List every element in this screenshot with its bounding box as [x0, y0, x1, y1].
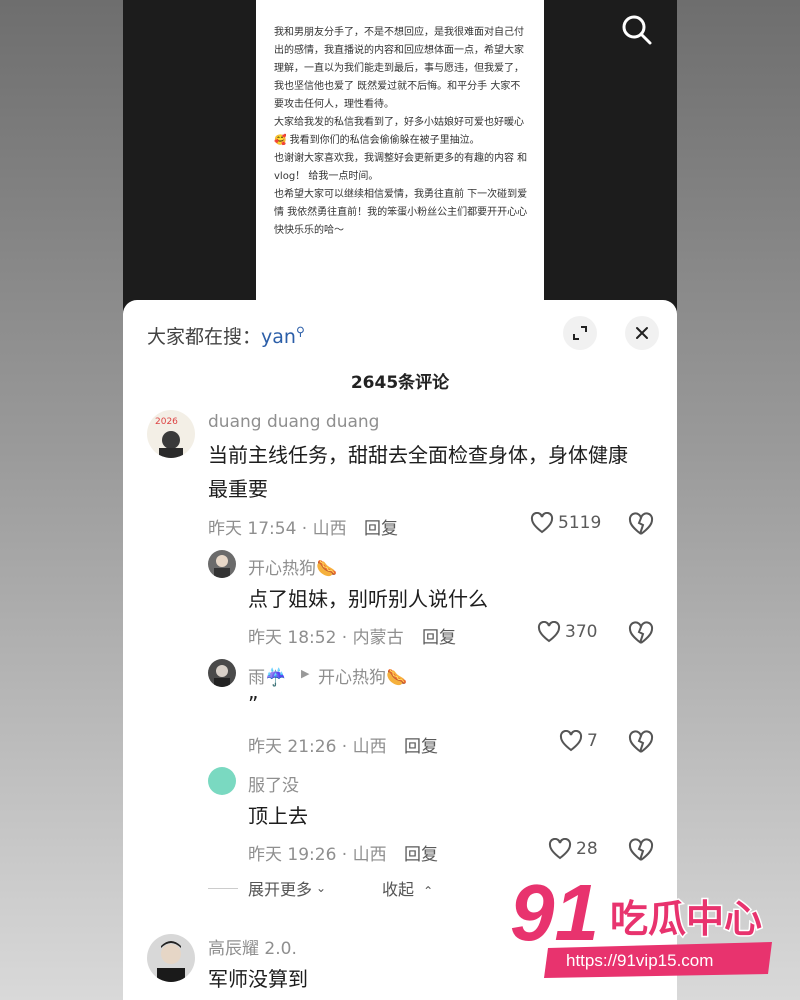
like-button[interactable]: 7: [559, 730, 598, 752]
comment-text: ”: [248, 692, 259, 716]
svg-text:吃瓜中心: 吃瓜中心: [610, 897, 762, 941]
svg-text:91: 91: [510, 870, 599, 957]
expand-more-button[interactable]: 展开更多 ⌄: [208, 876, 326, 900]
trending-search-keyword[interactable]: yan: [261, 326, 296, 348]
comment-meta: 昨天 17:54 · 山西: [208, 519, 347, 539]
divider: [208, 887, 238, 889]
avatar[interactable]: [208, 550, 236, 578]
reply-button[interactable]: 回复: [422, 623, 456, 648]
comment-text-line-1: 当前主线任务，甜甜去全面检查身体，身体健康: [208, 443, 628, 467]
chevron-down-icon: ⌄: [316, 881, 327, 895]
comment-text-line-2: 最重要: [208, 477, 268, 501]
heart-icon: [548, 838, 572, 860]
watermark: 91 吃瓜中心 https://91vip15.com: [509, 867, 780, 980]
dislike-button[interactable]: [628, 621, 654, 647]
like-button[interactable]: 370: [537, 621, 597, 643]
phone-screen: 我和男朋友分手了，不是不想回应，是我很难面对自己付出的感情，我直播说的内容和回应…: [123, 0, 677, 1000]
avatar[interactable]: [208, 767, 236, 795]
broken-heart-icon: [628, 512, 654, 535]
heart-icon: [530, 512, 554, 534]
chevron-up-icon: ⌃: [423, 884, 434, 898]
dislike-button[interactable]: [628, 730, 654, 756]
watermark-url: https://91vip15.com: [566, 951, 713, 970]
comment-author[interactable]: duang duang duang: [208, 412, 379, 432]
like-count: 28: [576, 839, 598, 859]
close-icon: [636, 327, 648, 339]
reply-button[interactable]: 回复: [404, 732, 438, 757]
comment-count: 2645条评论: [350, 373, 450, 393]
comment-meta: 昨天 19:26 · 山西: [248, 845, 387, 865]
dislike-button[interactable]: [628, 838, 654, 864]
expand-more-label: 展开更多: [248, 880, 313, 899]
reply-button[interactable]: 回复: [404, 840, 438, 865]
search-small-icon: ⚲: [295, 324, 305, 339]
search-icon[interactable]: [619, 12, 655, 48]
broken-heart-icon: [628, 838, 654, 861]
like-button[interactable]: 5119: [530, 512, 601, 534]
like-count: 7: [587, 731, 598, 751]
note-paragraph-2: 大家给我发的私信我看到了，好多小姑娘好可爱也好暖心 🥰 我看到你们的私信会偷偷躲…: [274, 117, 528, 146]
fullscreen-button[interactable]: [563, 316, 597, 350]
comment-author[interactable]: 开心热狗🌭: [248, 554, 337, 579]
dislike-button[interactable]: [628, 512, 654, 538]
heart-icon: [537, 621, 561, 643]
comment-meta: 昨天 21:26 · 山西: [248, 737, 387, 757]
reply-arrow-icon: ▶: [301, 667, 310, 680]
like-count: 5119: [558, 513, 602, 533]
avatar[interactable]: 2026: [147, 410, 195, 458]
comment-author[interactable]: 服了没: [248, 771, 299, 796]
comment-meta: 昨天 18:52 · 内蒙古: [248, 628, 404, 648]
reply-button[interactable]: 回复: [364, 514, 398, 539]
avatar[interactable]: [147, 934, 195, 982]
comment-author[interactable]: 雨☔️: [248, 663, 286, 688]
trending-search-prefix: 大家都在搜：: [147, 326, 262, 348]
note-paragraph-4: 也希望大家可以继续相信爱情，我勇往直前 下一次碰到爱情 我依然勇往直前！我的笨蛋…: [274, 189, 528, 236]
broken-heart-icon: [628, 730, 654, 753]
comment-text: 顶上去: [248, 804, 308, 828]
comment-text: 点了姐妹，别听别人说什么: [248, 587, 488, 611]
trending-search[interactable]: 大家都在搜：yan⚲: [147, 322, 305, 349]
svg-text:2026: 2026: [155, 417, 178, 427]
heart-icon: [559, 730, 583, 752]
note-image: 我和男朋友分手了，不是不想回应，是我很难面对自己付出的感情，我直播说的内容和回应…: [256, 0, 544, 300]
note-paragraph-3: 也谢谢大家喜欢我，我调整好会更新更多的有趣的内容 和vlog！ 给我一点时间。: [274, 153, 528, 182]
avatar[interactable]: [208, 659, 236, 687]
comment-text: 军师没算到: [208, 967, 308, 991]
reply-target[interactable]: 开心热狗🌭: [318, 663, 407, 688]
close-button[interactable]: [625, 316, 659, 350]
collapse-button[interactable]: 收起 ⌃: [382, 876, 433, 900]
broken-heart-icon: [628, 621, 654, 644]
comment-author[interactable]: 高辰耀 2.0.: [208, 934, 297, 959]
expand-icon: [573, 326, 587, 340]
like-count: 370: [565, 622, 598, 642]
note-paragraph-1: 我和男朋友分手了，不是不想回应，是我很难面对自己付出的感情，我直播说的内容和回应…: [274, 27, 524, 110]
like-button[interactable]: 28: [548, 838, 598, 860]
collapse-label: 收起: [382, 880, 415, 899]
